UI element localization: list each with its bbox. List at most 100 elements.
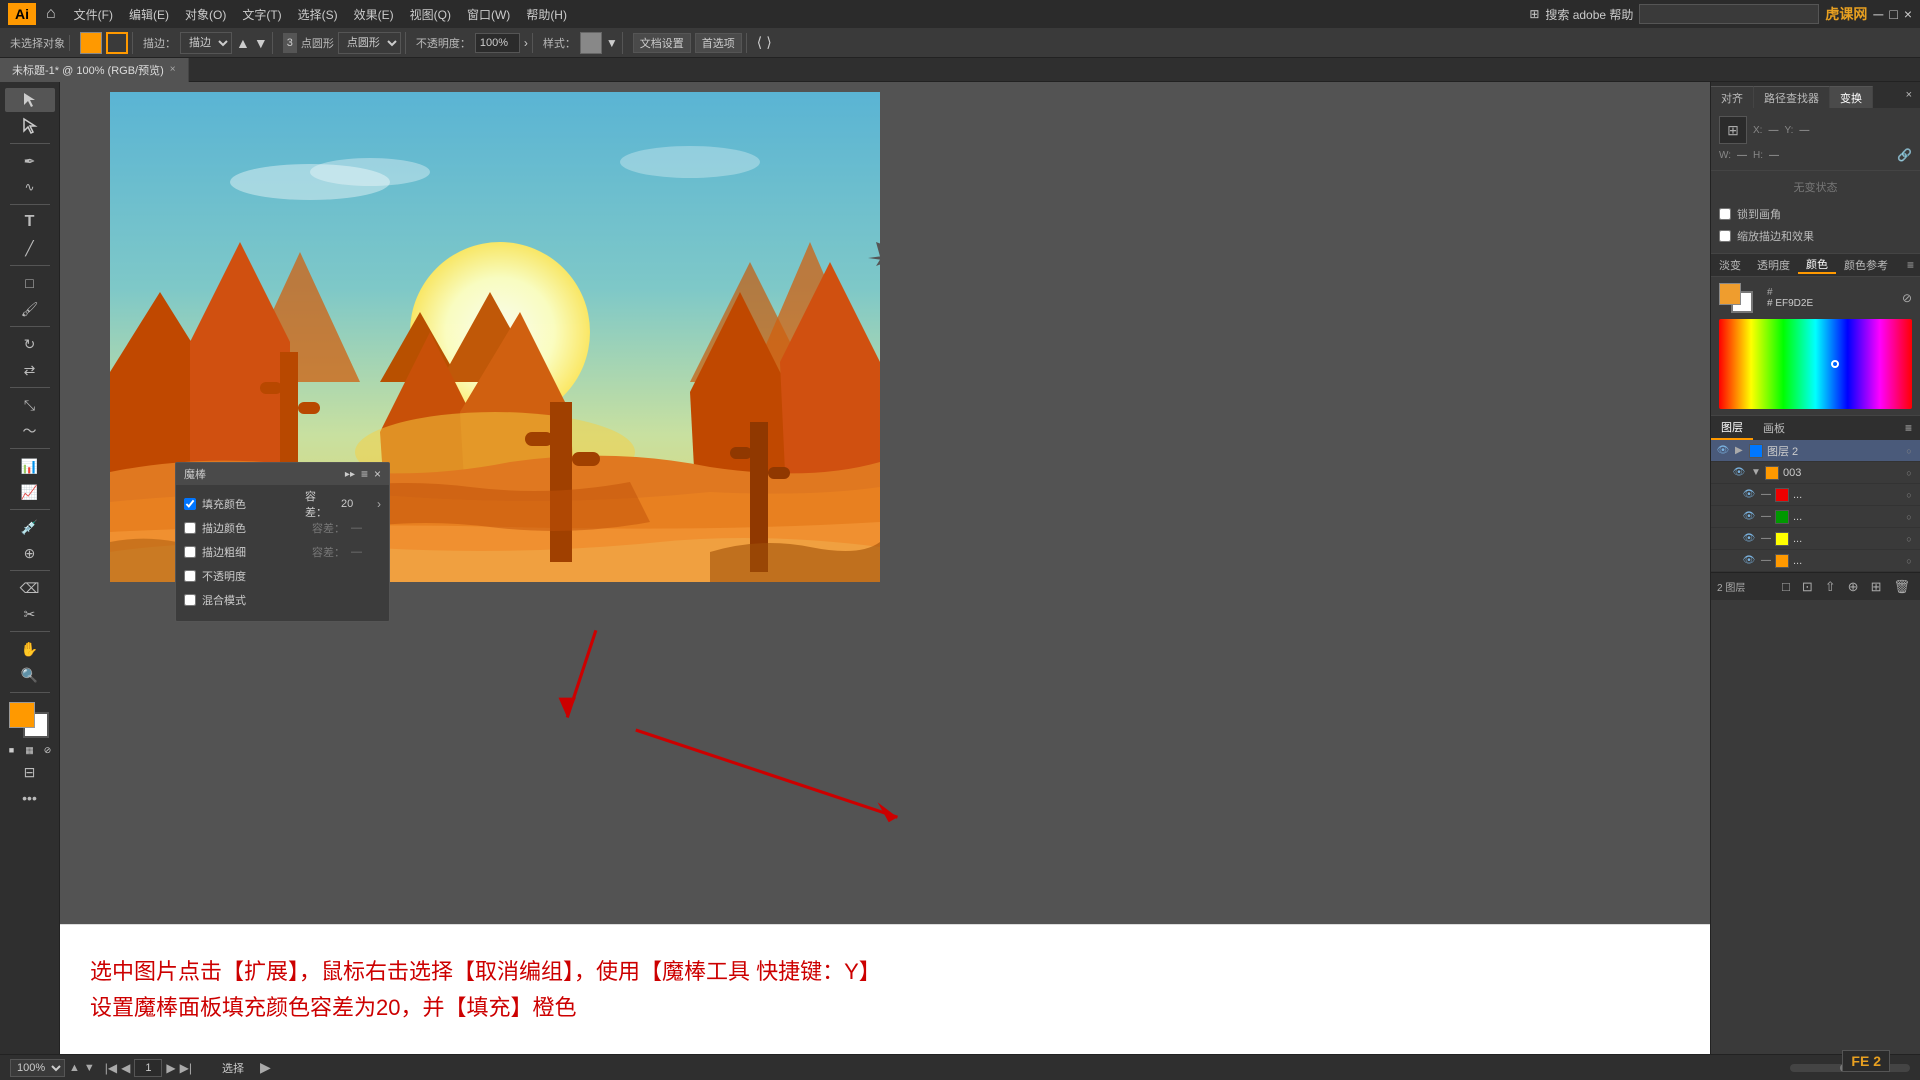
menu-type[interactable]: 文字(T) [236, 4, 287, 25]
color-fill-box[interactable] [1719, 283, 1741, 305]
extra-icon-2[interactable]: ⟩ [766, 34, 771, 51]
opacity-checkbox[interactable] [184, 570, 196, 582]
paintbrush-tool[interactable]: 🖌 [5, 297, 55, 321]
artboards-tool[interactable]: ⊟ [5, 760, 55, 784]
fill-color-swatch[interactable] [80, 32, 102, 54]
align-tab[interactable]: 对齐 [1711, 86, 1754, 108]
layer-expand-1[interactable]: ▶ [1735, 445, 1745, 456]
layer-lock-4[interactable]: ○ [1902, 510, 1916, 524]
magic-panel-header[interactable]: 魔棒 ▸▸ ≡ × [176, 463, 389, 485]
hand-tool[interactable]: ✋ [5, 637, 55, 661]
layer-item-6[interactable]: 👁 — ... ○ [1711, 550, 1920, 572]
type-tool[interactable]: T [5, 210, 55, 234]
scale-stroke-checkbox[interactable] [1719, 230, 1731, 242]
menu-effect[interactable]: 效果(E) [348, 4, 400, 25]
blend-mode-checkbox[interactable] [184, 594, 196, 606]
color-sub-tab[interactable]: 颜色 [1798, 256, 1836, 274]
pathfinder-tab[interactable]: 路径查找器 [1754, 86, 1830, 108]
brush-down-arrow[interactable]: ▼ [254, 35, 268, 51]
layer-item-5[interactable]: 👁 — ... ○ [1711, 528, 1920, 550]
layer-eye-1[interactable]: 👁 [1715, 443, 1731, 459]
nav-next[interactable]: ▶ [166, 1061, 175, 1075]
shape-dropdown[interactable]: 点圆形 [338, 32, 401, 54]
bar-chart-tool[interactable]: 📈 [5, 480, 55, 504]
lock-icon[interactable]: 🔗 [1897, 148, 1912, 162]
layer-expand-3[interactable]: — [1761, 489, 1771, 500]
window-maximize[interactable]: □ [1889, 6, 1897, 22]
panel-close-btn[interactable]: × [374, 467, 381, 481]
layout-icon[interactable]: ⊞ [1529, 7, 1539, 21]
layer-item-1[interactable]: 👁 ▶ 图层 2 ○ [1711, 440, 1920, 462]
lock-anchor-checkbox[interactable] [1719, 208, 1731, 220]
color-panel-menu[interactable]: ≡ [1901, 258, 1920, 272]
stroke-weight-checkbox[interactable] [184, 546, 196, 558]
stroke-color-swatch[interactable] [106, 32, 128, 54]
menu-help[interactable]: 帮助(H) [520, 4, 573, 25]
layer-eye-4[interactable]: 👁 [1741, 509, 1757, 525]
delete-layer-btn[interactable]: 🗑 [1889, 577, 1914, 597]
select-tool[interactable] [5, 88, 55, 112]
make-clipping-btn[interactable]: ⊡ [1798, 577, 1817, 597]
reflect-tool[interactable]: ⇄ [5, 358, 55, 382]
move-selection-btn[interactable]: ⇧ [1821, 577, 1840, 597]
rectangle-tool[interactable]: □ [5, 271, 55, 295]
search-input[interactable] [1639, 4, 1819, 24]
page-input[interactable] [134, 1059, 162, 1077]
new-layer-btn[interactable]: □ [1778, 577, 1794, 596]
warp-tool[interactable]: 〜 [5, 419, 55, 443]
layer-eye-5[interactable]: 👁 [1741, 531, 1757, 547]
style-dropdown-arrow[interactable]: ▼ [606, 36, 618, 50]
layers-menu[interactable]: ≡ [1897, 416, 1920, 440]
transform-tab[interactable]: 变换 [1830, 86, 1873, 108]
scale-tool[interactable]: ⤡ [5, 393, 55, 417]
artboard-tab[interactable]: 画板 [1753, 416, 1795, 440]
layer-expand-4[interactable]: — [1761, 511, 1771, 522]
doc-settings-btn[interactable]: 文档设置 [633, 33, 691, 53]
rotate-tool[interactable]: ↻ [5, 332, 55, 356]
layer-eye-2[interactable]: 👁 [1731, 465, 1747, 481]
layers-tab[interactable]: 图层 [1711, 416, 1753, 440]
pen-tool[interactable]: ✒ [5, 149, 55, 173]
document-tab[interactable]: 未标题-1* @ 100% (RGB/预览) × [0, 58, 189, 82]
menu-view[interactable]: 视图(Q) [404, 4, 457, 25]
gradient-icon[interactable]: ▦ [22, 742, 38, 758]
brush-up-arrow[interactable]: ▲ [236, 35, 250, 51]
nav-last[interactable]: ▶| [180, 1061, 192, 1075]
stroke-color-checkbox[interactable] [184, 522, 196, 534]
layer-lock-3[interactable]: ○ [1902, 488, 1916, 502]
layer-lock-6[interactable]: ○ [1902, 554, 1916, 568]
layer-lock-2[interactable]: ○ [1902, 466, 1916, 480]
layer-expand-5[interactable]: — [1761, 533, 1771, 544]
eyedropper-tool[interactable]: 💉 [5, 515, 55, 539]
panel-menu-btn[interactable]: ≡ [361, 467, 368, 481]
layer-lock-1[interactable]: ○ [1902, 444, 1916, 458]
layer-eye-3[interactable]: 👁 [1741, 487, 1757, 503]
zoom-select[interactable]: 100% [10, 1059, 65, 1077]
layer-item-3[interactable]: 👁 — ... ○ [1711, 484, 1920, 506]
menu-select[interactable]: 选择(S) [292, 4, 344, 25]
merge-layers-btn[interactable]: ⊞ [1867, 577, 1886, 597]
gradient-icon-panel[interactable]: ⊘ [1902, 291, 1912, 305]
fill-tolerance-expand[interactable]: › [377, 497, 381, 511]
zoom-up-btn[interactable]: ▲ [69, 1062, 80, 1074]
nav-prev[interactable]: ◀ [121, 1061, 130, 1075]
layer-eye-6[interactable]: 👁 [1741, 553, 1757, 569]
tab-close-btn[interactable]: × [170, 64, 176, 75]
scissors-tool[interactable]: ✂ [5, 602, 55, 626]
collect-new-btn[interactable]: ⊕ [1844, 577, 1863, 597]
color-icon[interactable]: ■ [4, 742, 20, 758]
nav-first[interactable]: |◀ [105, 1061, 117, 1075]
blend-mode-dropdown[interactable]: 描边 [180, 32, 232, 54]
play-btn[interactable]: ▶ [260, 1059, 271, 1076]
opacity-arrow[interactable]: › [524, 36, 528, 50]
window-close[interactable]: × [1904, 6, 1912, 22]
transform-icon-1[interactable]: ⊞ [1719, 116, 1747, 144]
panel-collapse-btn[interactable]: ▸▸ [345, 469, 355, 480]
preferences-btn[interactable]: 首选项 [695, 33, 742, 53]
right-panel-close[interactable]: × [1898, 82, 1920, 108]
direct-select-tool[interactable] [5, 114, 55, 138]
menu-window[interactable]: 窗口(W) [461, 4, 516, 25]
opacity-input[interactable] [475, 33, 520, 53]
color-spectrum[interactable] [1719, 319, 1912, 409]
window-minimize[interactable]: ─ [1873, 6, 1883, 22]
